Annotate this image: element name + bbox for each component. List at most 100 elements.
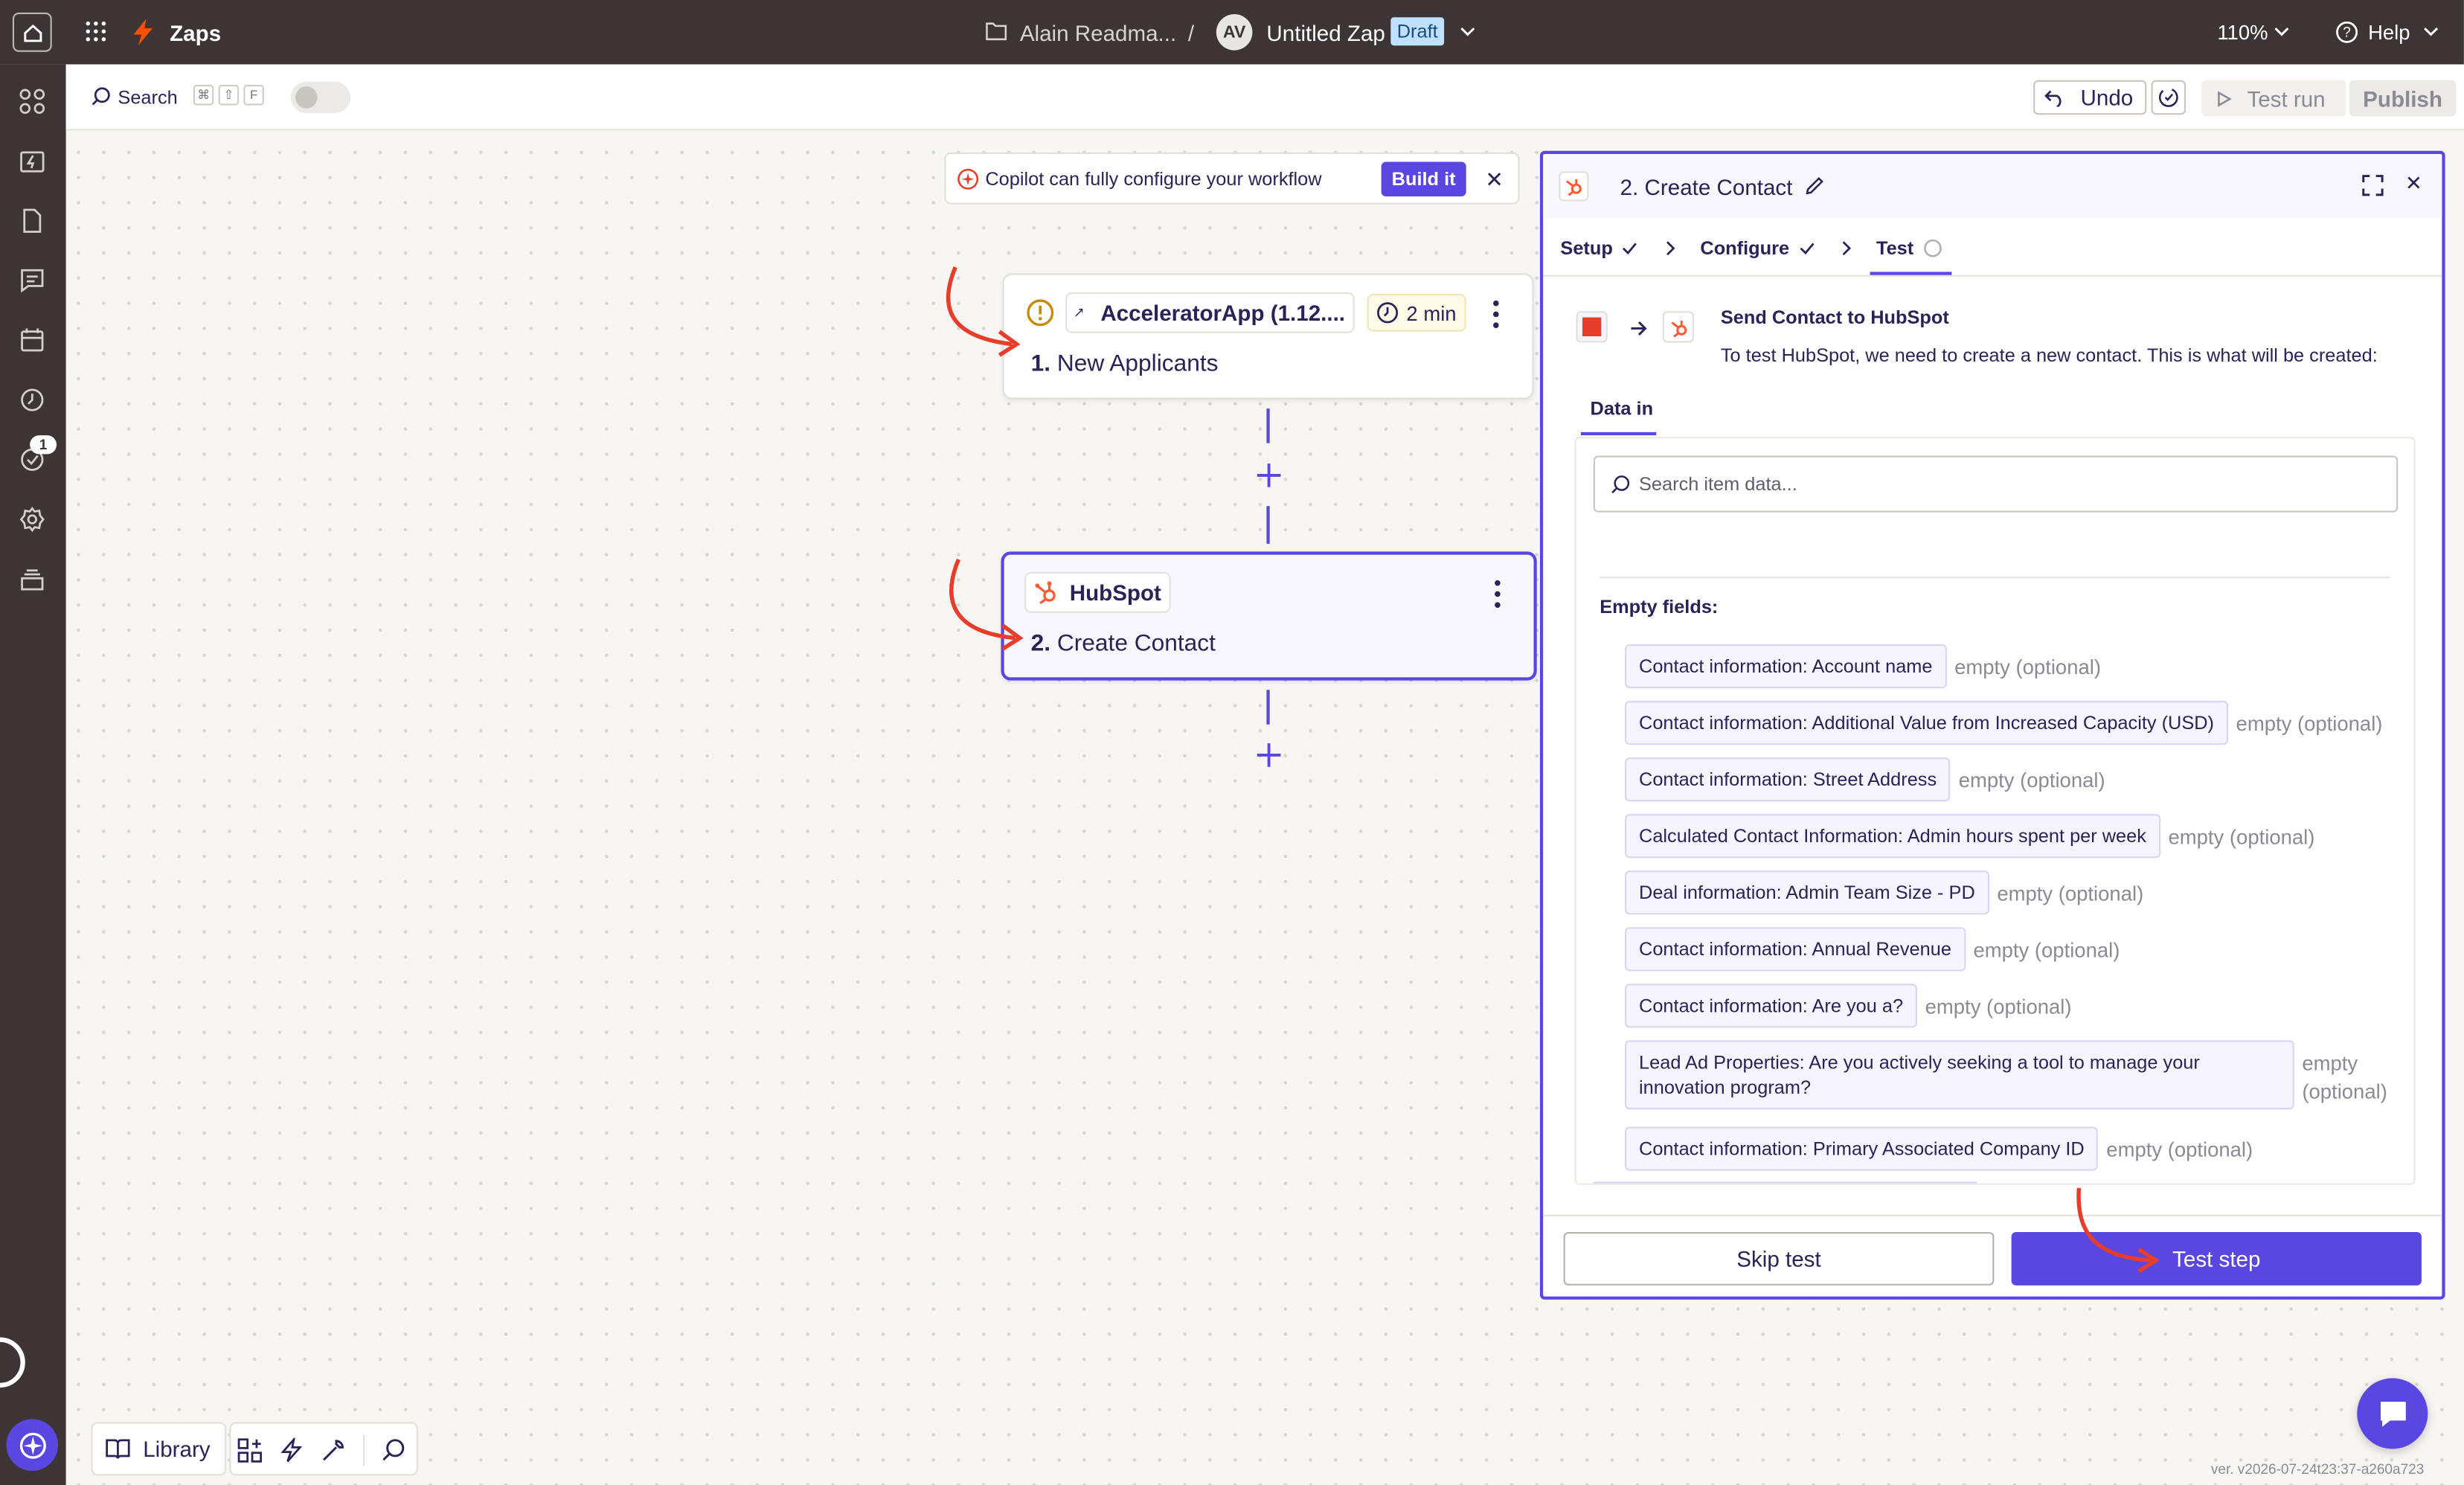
field-label: Contact information: Street Address [1625, 757, 1951, 802]
tab-data-in[interactable]: Data in [1591, 397, 1654, 420]
search-shortcut: ⌘ ⇧ F [188, 85, 264, 106]
field-label: Calculated Contact Information: Admin ho… [1625, 814, 2160, 859]
lightning-icon[interactable] [281, 1437, 302, 1463]
profile-ring[interactable] [0, 1337, 25, 1388]
edit-pencil-icon[interactable] [1806, 176, 1824, 195]
layers-icon[interactable] [19, 565, 45, 592]
send-title: Send Contact to HubSpot [1720, 306, 1949, 329]
copilot-button[interactable] [6, 1419, 59, 1472]
view-toggle[interactable] [290, 81, 351, 114]
app-name[interactable]: Zaps [170, 20, 221, 45]
grid-icon [86, 21, 106, 42]
zap-history-icon[interactable] [19, 148, 45, 175]
settings-icon[interactable] [19, 506, 45, 533]
field-value: empty (optional) [1997, 881, 2144, 905]
connector-line [1266, 408, 1270, 443]
field-value: empty (optional) [1973, 937, 2120, 962]
empty-field-row: Contact information: Primary Associated … [1625, 1126, 2253, 1171]
publish-button[interactable]: Publish [2349, 80, 2457, 117]
close-panel-icon[interactable]: ✕ [2403, 171, 2425, 195]
help-link[interactable]: Help [2368, 20, 2410, 44]
hubspot-icon [1565, 179, 1582, 196]
field-value: empty (optional) [2302, 1051, 2387, 1103]
panel-title[interactable]: 2. Create Contact [1620, 174, 1793, 199]
connector-line [1266, 690, 1270, 725]
library-button[interactable]: Library [91, 1422, 227, 1476]
zap-title[interactable]: Untitled Zap [1266, 20, 1385, 45]
search-icon[interactable] [382, 1438, 405, 1462]
tab-test[interactable]: Test [1876, 237, 1942, 260]
app-grid-button[interactable] [82, 17, 110, 45]
undo-label: Undo [2080, 85, 2134, 110]
book-icon [106, 1439, 130, 1459]
zoom-level[interactable]: 110% [2217, 20, 2268, 44]
divider [1600, 577, 2390, 579]
help-icon: ? [2336, 21, 2358, 43]
copilot-icon [19, 1431, 45, 1458]
empty-field-row: Contact information: Account name empty (… [1625, 644, 2101, 689]
expand-icon[interactable] [2362, 174, 2384, 196]
home-button[interactable] [12, 12, 52, 52]
svg-text:?: ? [2343, 25, 2351, 41]
more-options-icon[interactable] [1493, 300, 1499, 329]
field-value: empty (optional) [2236, 711, 2383, 736]
step-node-1[interactable]: AcceleratorApp (1.12.... 2 min 1. New Ap… [1002, 273, 1534, 400]
empty-field-row: Calculated Contact Information: Admin ho… [1625, 814, 2314, 859]
version-history-icon [2158, 88, 2178, 107]
apps-icon[interactable] [19, 88, 45, 115]
check-icon [1623, 243, 1637, 255]
panel-header: 2. Create Contact ✕ [1543, 153, 2442, 219]
empty-field-row: Contact information: Additional Value fr… [1625, 701, 2382, 745]
step-title: 2. Create Contact [1031, 630, 1216, 657]
field-label: Lead Ad Properties: Are you actively see… [1625, 1040, 2294, 1110]
zoom-chevron-icon[interactable] [2274, 27, 2289, 38]
tab-setup[interactable]: Setup [1560, 237, 1637, 260]
source-app-icon [1577, 312, 1606, 341]
shortcut-key: ⇧ [218, 85, 240, 106]
hubspot-icon [1670, 319, 1687, 337]
skip-test-button[interactable]: Skip test [1563, 1231, 1995, 1286]
tab-label: Test [1876, 237, 1914, 260]
chevron-down-icon[interactable] [1460, 27, 1475, 38]
toolbar-divider [362, 1434, 365, 1466]
add-step-icon[interactable] [1256, 462, 1283, 489]
calendar-icon[interactable] [19, 327, 45, 353]
avatar[interactable]: AV [1216, 14, 1253, 51]
empty-field-row: Contact information: Annual Revenue empty… [1625, 927, 2120, 972]
step-app-chip: HubSpot [1024, 571, 1171, 613]
left-sidebar: 1 [0, 64, 66, 1485]
close-icon[interactable]: ✕ [1482, 166, 1507, 192]
chat-icon[interactable] [19, 267, 45, 294]
pending-circle-icon [1923, 239, 1942, 257]
add-step-icon[interactable] [1256, 742, 1283, 769]
test-run-button[interactable]: Test run [2201, 80, 2346, 117]
history-icon[interactable] [19, 387, 45, 414]
build-it-button[interactable]: Build it [1381, 161, 1466, 197]
search-button[interactable]: Search [118, 86, 177, 109]
test-run-label: Test run [2247, 86, 2326, 111]
toggle-knob [295, 86, 318, 109]
breadcrumb-separator: / [1187, 20, 1195, 46]
search-item-field[interactable]: Search item data... [1593, 455, 2399, 513]
wrench-icon[interactable] [321, 1438, 346, 1463]
help-chevron-icon[interactable] [2423, 27, 2439, 38]
bottom-tools [229, 1422, 418, 1476]
folder-icon [986, 22, 1007, 41]
search-icon [1611, 475, 1630, 494]
step-app-name: HubSpot [1069, 580, 1161, 606]
footer-divider [1543, 1214, 2442, 1216]
send-description: To test HubSpot, we need to create a new… [1720, 344, 2378, 367]
add-widget-icon[interactable] [237, 1438, 263, 1463]
undo-icon [2044, 89, 2062, 106]
document-icon[interactable] [19, 208, 45, 234]
tab-configure[interactable]: Configure [1700, 237, 1814, 260]
folder-name[interactable]: Alain Readma... [1020, 20, 1176, 45]
step-duration-badge: 2 min [1367, 293, 1466, 332]
more-options-icon[interactable] [1495, 580, 1501, 608]
accelerator-app-icon [1075, 309, 1083, 317]
field-value: empty (optional) [2106, 1138, 2253, 1161]
undo-button[interactable]: Undo [2033, 80, 2147, 115]
history-button[interactable] [2151, 80, 2187, 115]
chat-support-button[interactable] [2357, 1378, 2428, 1449]
step-node-2[interactable]: HubSpot 2. Create Contact [1001, 551, 1537, 681]
